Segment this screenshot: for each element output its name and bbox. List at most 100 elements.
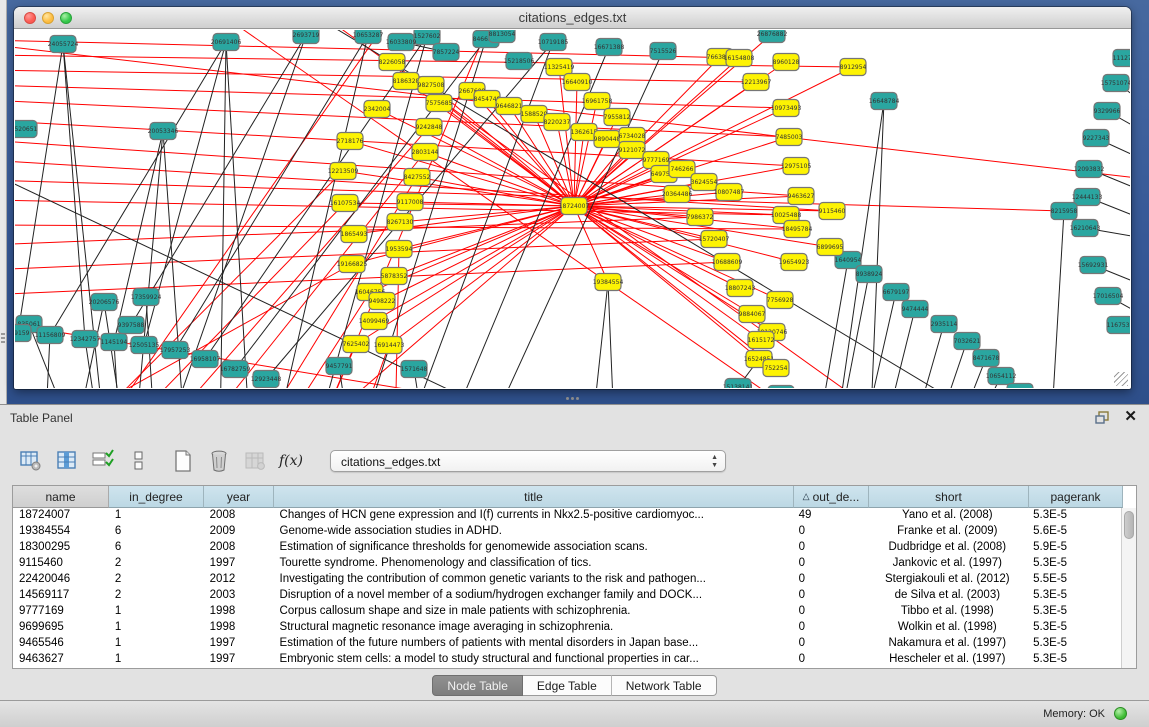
panel-drag-grip[interactable] [1,333,5,345]
table-settings-icon[interactable] [16,447,46,475]
graph-node[interactable]: 2520651 [15,121,38,138]
graph-node[interactable]: 10807487 [714,184,745,201]
column-header-out-de-[interactable]: △out_de... [794,486,869,508]
network-view[interactable]: 1872400724055724206914062693719106532871… [15,30,1130,388]
graph-node[interactable]: 19384554 [593,274,624,291]
graph-node[interactable]: 1527602 [414,30,441,45]
table-cell[interactable]: 1 [109,604,204,620]
table-cell[interactable]: 1 [109,652,204,668]
graph-node[interactable]: 7032621 [954,333,981,350]
table-cell[interactable]: 14569117 [13,588,109,604]
table-cell[interactable]: 5.3E-5 [1027,604,1121,620]
table-cell[interactable]: 2 [109,588,204,604]
graph-node[interactable]: 7515526 [650,43,677,60]
table-cell[interactable]: 1 [109,636,204,652]
graph-node[interactable]: 16154808 [724,50,755,67]
graph-edge[interactable] [15,120,796,166]
table-row[interactable]: 977716911998Corpus callosum shape and si… [13,604,1121,620]
table-cell[interactable]: 5.3E-5 [1027,652,1121,668]
graph-node[interactable]: 7955812 [604,109,631,126]
graph-node[interactable]: 8912954 [840,59,867,76]
table-cell[interactable]: Yano et al. (2008) [867,508,1027,524]
graph-node[interactable]: 24055724 [48,36,79,53]
table-cell[interactable]: 2003 [204,588,274,604]
float-window-icon[interactable] [1095,411,1111,430]
function-builder-icon[interactable]: f(x) [276,447,306,475]
graph-node[interactable]: 7986372 [687,209,714,226]
graph-node[interactable]: 16958107 [190,351,221,368]
graph-node[interactable]: 12923448 [251,371,282,388]
graph-node[interactable]: 1571648 [401,361,428,378]
table-row[interactable]: 1830029562008Estimation of significance … [13,540,1121,556]
graph-node[interactable]: 2718176 [337,133,364,150]
table-cell[interactable]: 0 [793,556,868,572]
table-cell[interactable]: 2008 [204,508,274,524]
table-cell[interactable]: Investigating the contribution of common… [274,572,793,588]
table-cell[interactable]: Tibbo et al. (1998) [867,604,1027,620]
graph-node[interactable]: 16671388 [594,39,625,56]
table-cell[interactable]: 5.5E-5 [1027,572,1121,588]
graph-node[interactable]: 12505135 [129,337,160,354]
graph-node[interactable]: 8220237 [544,114,571,131]
graph-node[interactable]: 9227343 [1083,130,1110,147]
table-cell[interactable]: Tourette syndrome. Phenomenology and cla… [274,556,793,572]
graph-node[interactable]: 9884067 [739,306,766,323]
graph-node[interactable]: 20691406 [211,34,242,51]
table-row[interactable]: 946362711997Embryonic stem cells: a mode… [13,652,1121,668]
table-cell[interactable]: 22420046 [13,572,109,588]
graph-edge[interactable] [815,260,848,388]
graph-node[interactable]: 12342757 [70,331,101,348]
table-cell[interactable]: Changes of HCN gene expression and I(f) … [274,508,793,524]
table-cell[interactable]: Dudbridge et al. (2008) [867,540,1027,556]
graph-node[interactable]: 11156809 [35,327,66,344]
graph-node[interactable]: 8960128 [773,54,800,71]
graph-node[interactable]: 9463627 [788,188,815,205]
graph-node[interactable]: 20053346 [148,123,179,140]
graph-node[interactable]: 9121072 [619,142,646,159]
table-cell[interactable]: Genome-wide association studies in ADHD. [274,524,793,540]
graph-node[interactable]: 9474444 [902,301,929,318]
graph-node[interactable]: 9498222 [369,293,396,310]
graph-node[interactable]: 8186328 [393,73,420,90]
table-cell[interactable]: 1997 [204,636,274,652]
graph-edge[interactable] [880,309,915,388]
column-header-name[interactable]: name [13,486,109,508]
table-cell[interactable]: 0 [793,540,868,556]
table-row[interactable]: 2242004622012Investigating the contribut… [13,572,1121,588]
table-cell[interactable]: 5.3E-5 [1027,620,1121,636]
graph-node[interactable]: 16648784 [869,93,900,110]
table-cell[interactable]: Corpus callosum shape and size in male p… [274,604,793,620]
table-cell[interactable]: 5.6E-5 [1027,524,1121,540]
graph-edge[interactable] [417,177,574,206]
graph-node[interactable]: 746266 [669,161,695,178]
table-cell[interactable]: 0 [793,620,868,636]
table-cell[interactable]: 1 [109,508,204,524]
graph-node[interactable]: 8813054 [489,30,516,43]
graph-node[interactable]: 19654923 [779,254,810,271]
graph-edge[interactable] [860,292,896,388]
graph-node[interactable]: 1733426 [768,386,795,389]
graph-node[interactable]: 3624554 [691,174,718,191]
select-all-rows-icon[interactable] [88,447,118,475]
table-cell[interactable]: Wolkin et al. (1998) [867,620,1027,636]
window-resize-grip[interactable] [1114,372,1128,386]
graph-node[interactable]: 9242848 [416,119,443,136]
tab-node-table[interactable]: Node Table [432,675,523,696]
graph-node[interactable]: 18807243 [725,280,756,297]
graph-node[interactable]: 14099469 [359,313,390,330]
table-cell[interactable]: 9777169 [13,604,109,620]
graph-edge[interactable] [835,274,869,388]
tab-network-table[interactable]: Network Table [611,675,717,696]
graph-node[interactable]: 26876882 [757,30,788,43]
graph-node[interactable]: 7575685 [426,95,453,112]
graph-node[interactable]: 15218506 [504,53,535,70]
graph-node[interactable]: 1167533 [1107,317,1130,334]
table-cell[interactable]: 1997 [204,556,274,572]
graph-node[interactable]: 16914473 [374,337,405,354]
graph-node[interactable]: 15692931 [1078,257,1109,274]
table-cell[interactable]: Stergiakouli et al. (2012) [867,572,1027,588]
graph-node[interactable]: 9890448 [594,131,621,148]
graph-node[interactable]: 5878352 [381,268,408,285]
graph-node[interactable]: 2935114 [931,316,958,333]
graph-node[interactable]: 6899695 [817,239,844,256]
